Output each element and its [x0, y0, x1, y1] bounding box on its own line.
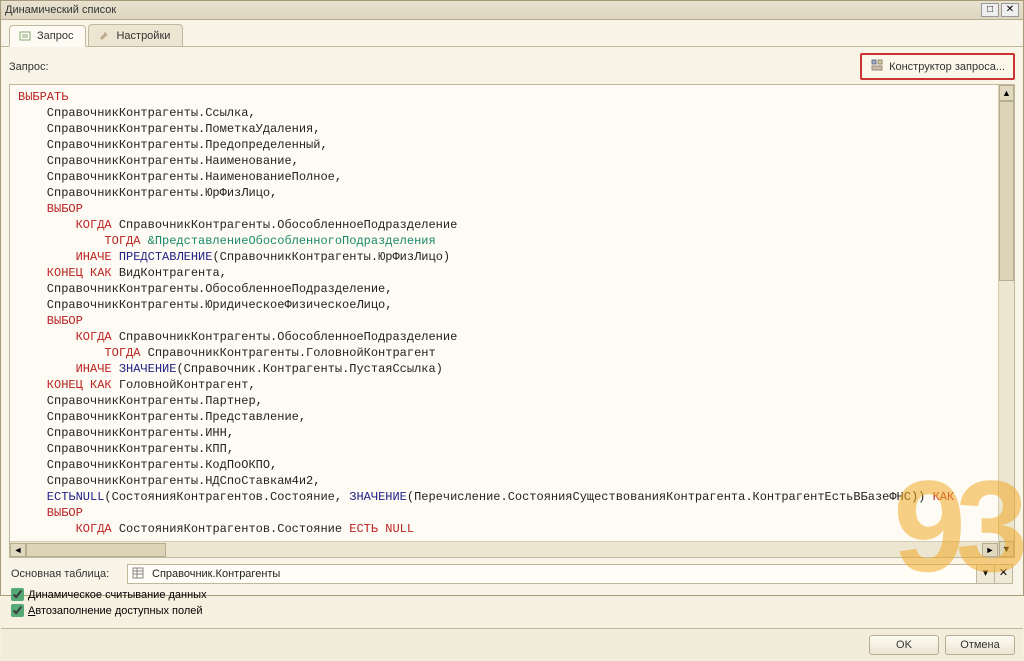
tab-strip: Запрос Настройки	[1, 20, 1023, 47]
scroll-down-arrow[interactable]: ▼	[999, 541, 1014, 557]
title-bar: Динамический список □ ✕	[1, 1, 1023, 20]
scroll-right-arrow[interactable]: ►	[982, 543, 998, 557]
combo-clear-button[interactable]: ✕	[994, 565, 1012, 583]
close-button[interactable]: ✕	[1001, 3, 1019, 17]
ok-button[interactable]: OK	[869, 635, 939, 655]
dynamic-read-checkbox[interactable]	[11, 588, 24, 601]
query-constructor-button[interactable]: Конструктор запроса...	[860, 53, 1015, 80]
table-icon	[128, 567, 148, 582]
scroll-up-arrow[interactable]: ▲	[999, 85, 1014, 101]
query-icon	[18, 29, 32, 43]
vscroll-thumb[interactable]	[999, 101, 1014, 281]
tab-query-label: Запрос	[37, 30, 73, 42]
combo-dropdown-button[interactable]: ▾	[976, 565, 994, 583]
query-editor[interactable]: ВЫБРАТЬ СправочникКонтрагенты.Ссылка, Сп…	[10, 85, 998, 541]
autofill-checkbox[interactable]	[11, 604, 24, 617]
wrench-icon	[97, 29, 111, 43]
tab-query[interactable]: Запрос	[9, 25, 86, 47]
vertical-scrollbar[interactable]: ▲ ▼	[998, 85, 1014, 557]
dialog-footer: OK Отмена	[1, 628, 1023, 661]
query-label: Запрос:	[9, 61, 49, 73]
cancel-button[interactable]: Отмена	[945, 635, 1015, 655]
main-table-combo[interactable]: Справочник.Контрагенты ▾ ✕	[127, 564, 1013, 584]
tab-settings[interactable]: Настройки	[88, 24, 183, 46]
tab-settings-label: Настройки	[116, 30, 170, 42]
main-table-value: Справочник.Контрагенты	[148, 568, 976, 580]
autofill-label[interactable]: Автозаполнение доступных полей	[28, 605, 203, 617]
horizontal-scrollbar[interactable]: ◄ ►	[10, 541, 998, 557]
hscroll-thumb[interactable]	[26, 543, 166, 557]
constructor-icon	[870, 58, 884, 75]
dynamic-read-label[interactable]: ДДинамическое считывание данныхинамическ…	[28, 589, 207, 601]
window-title: Динамический список	[5, 4, 981, 16]
query-constructor-label: Конструктор запроса...	[889, 61, 1005, 73]
main-table-label: Основная таблица:	[11, 568, 121, 580]
maximize-button[interactable]: □	[981, 3, 999, 17]
scroll-left-arrow[interactable]: ◄	[10, 543, 26, 557]
